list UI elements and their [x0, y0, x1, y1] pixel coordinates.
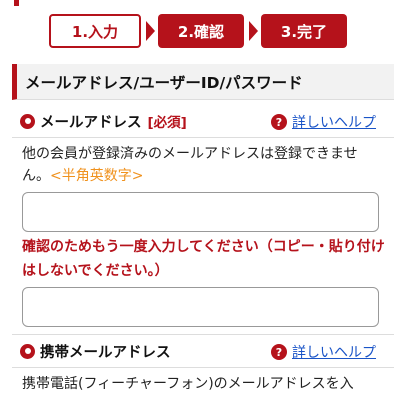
- bullet-icon: [20, 113, 35, 129]
- divider: [12, 367, 394, 368]
- email-hint: <半角英数字>: [50, 168, 144, 184]
- mobile-help-link[interactable]: 詳しいヘルプ: [292, 342, 376, 362]
- email-description: 他の会員が登録済みのメールアドレスは登録できません。<半角英数字>: [22, 143, 382, 187]
- section-title: メールアドレス/ユーザーID/パスワード: [12, 64, 394, 100]
- bullet-icon: [20, 343, 35, 359]
- email-label: メールアドレス: [40, 114, 142, 131]
- divider: [12, 334, 394, 335]
- divider: [12, 137, 394, 138]
- step-input: 1.入力: [49, 14, 141, 48]
- email-confirm-instruction: 確認のためもう一度入力してください（コピー・貼り付けはしないでください。）: [22, 239, 385, 279]
- step-confirm: 2.確認: [158, 14, 244, 48]
- progress-steps: 1.入力 2.確認 3.完了: [49, 14, 347, 48]
- email-help-link[interactable]: 詳しいヘルプ: [292, 112, 376, 132]
- step-arrow-icon: [146, 21, 155, 41]
- step-arrow-icon: [249, 21, 258, 41]
- mobile-field-header: 携帯メールアドレス ? 詳しいヘルプ: [12, 336, 394, 366]
- required-badge: [必須]: [147, 115, 187, 131]
- help-question-icon[interactable]: ?: [271, 344, 287, 360]
- email-confirm-input[interactable]: [22, 287, 379, 327]
- email-input[interactable]: [22, 192, 379, 232]
- email-field-header: メールアドレス [必須] ? 詳しいヘルプ: [12, 106, 394, 136]
- email-help[interactable]: ? 詳しいヘルプ: [271, 112, 376, 132]
- help-question-icon[interactable]: ?: [271, 114, 287, 130]
- step-complete: 3.完了: [261, 14, 347, 48]
- mobile-label: 携帯メールアドレス: [40, 344, 171, 361]
- top-accent-bar: [14, 0, 19, 6]
- mobile-help[interactable]: ? 詳しいヘルプ: [271, 342, 376, 362]
- mobile-description: 携帯電話(フィーチャーフォン)のメールアドレスを入: [22, 376, 354, 392]
